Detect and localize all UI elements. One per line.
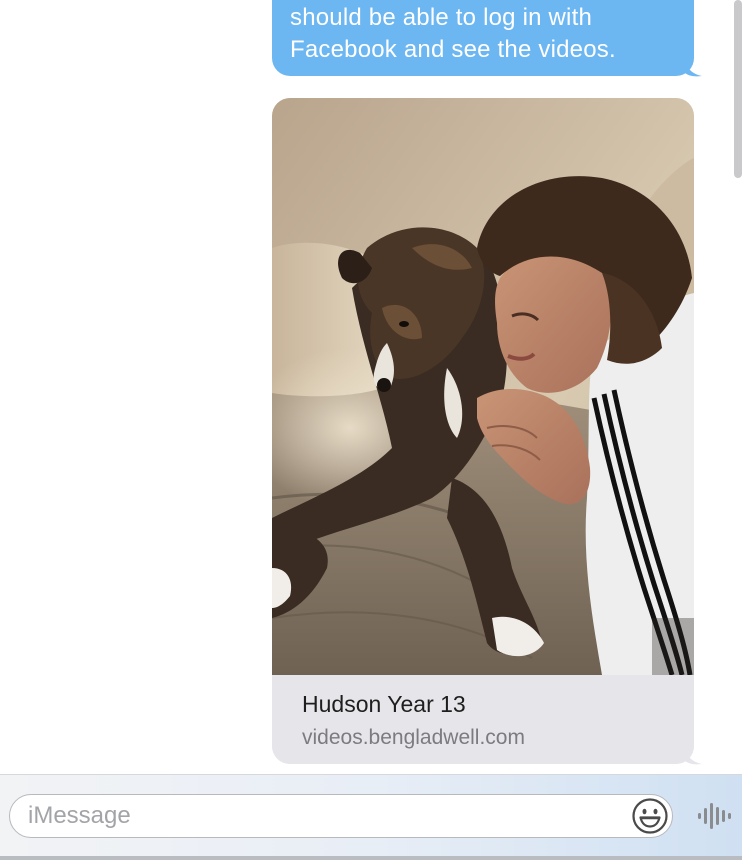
link-preview-title: Hudson Year 13	[302, 691, 466, 717]
compose-bar	[0, 774, 742, 857]
link-preview-card[interactable]: Hudson Year 13 videos.bengladwell.com	[272, 98, 694, 764]
message-input[interactable]	[28, 795, 608, 837]
messages-window: should be able to log in with Facebook a…	[0, 0, 742, 860]
message-line: Facebook and see the videos.	[290, 36, 616, 63]
sent-bubble-tail	[684, 58, 702, 77]
link-preview-caption[interactable]: Hudson Year 13 videos.bengladwell.com	[272, 675, 694, 764]
conversation-transcript[interactable]: should be able to log in with Facebook a…	[0, 0, 742, 774]
transcript-scrollbar[interactable]	[734, 0, 742, 178]
link-card-tail	[684, 746, 702, 765]
emoji-smiley-icon[interactable]	[631, 797, 669, 835]
boy-and-dog-photo	[272, 98, 694, 675]
audio-waveform-icon[interactable]	[696, 799, 734, 833]
link-preview-url[interactable]: videos.bengladwell.com	[302, 726, 525, 750]
sent-message-bubble[interactable]: should be able to log in with Facebook a…	[272, 0, 694, 76]
message-input-field[interactable]	[9, 794, 673, 838]
link-preview-image[interactable]	[272, 98, 694, 675]
window-bottom-edge	[0, 856, 742, 860]
message-line: should be able to log in with	[290, 4, 593, 31]
